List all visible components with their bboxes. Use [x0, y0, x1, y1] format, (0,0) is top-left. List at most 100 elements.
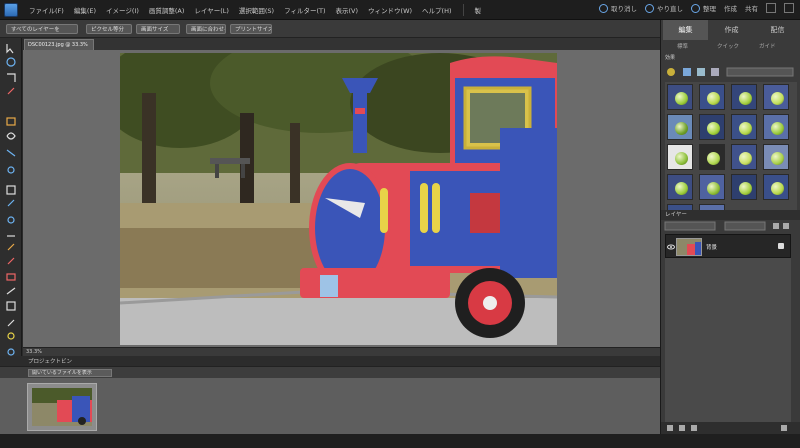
effect-thumbnail[interactable]	[667, 84, 693, 110]
effect-thumbnail[interactable]	[667, 114, 693, 140]
option-fill-screen[interactable]: 画面に合わせる	[186, 24, 226, 34]
effects-toolbar	[665, 66, 797, 78]
project-bin-title: プロジェクトビン	[28, 359, 73, 365]
bin-show-dropdown[interactable]: 開いているファイルを表示	[28, 369, 112, 377]
effect-preview-icon	[739, 92, 752, 105]
effect-preview-icon	[771, 182, 784, 195]
create-button[interactable]: 作成	[724, 3, 737, 13]
project-bin-header: プロジェクトビン	[0, 356, 660, 366]
eye-icon[interactable]	[667, 243, 675, 251]
option-all-layers[interactable]: すべてのレイヤーを	[6, 24, 78, 34]
zoom-readout[interactable]: 33.3%	[26, 349, 42, 355]
undo-button[interactable]: 取り消し	[599, 3, 637, 13]
subtab-quick[interactable]: クイック	[717, 42, 739, 50]
eraser-tool-icon	[7, 257, 15, 265]
effects-title: 効果	[665, 55, 676, 61]
menu-select[interactable]: 選択範囲(S)	[234, 5, 279, 15]
project-bin-toolbar: 開いているファイルを表示	[0, 366, 660, 378]
minimize-button[interactable]	[766, 3, 776, 13]
effect-thumbnail[interactable]	[731, 144, 757, 170]
menu-edit[interactable]: 編集(E)	[69, 5, 101, 15]
layers-header: レイヤー	[661, 210, 800, 220]
blend-mode-dropdown	[664, 221, 716, 231]
menu-view[interactable]: 表示(V)	[331, 5, 364, 15]
undo-icon	[599, 3, 608, 13]
layer-row-background[interactable]: 背景	[665, 234, 791, 258]
photo-effects-icon	[697, 68, 705, 76]
tab-share[interactable]: 配信	[755, 20, 800, 40]
subtab-full[interactable]: 標準	[677, 42, 688, 50]
effect-preview-icon	[771, 152, 784, 165]
effects-grid	[665, 82, 797, 230]
marquee-tool-icon	[6, 117, 16, 126]
effect-preview-icon	[675, 182, 688, 195]
effect-thumbnail[interactable]	[763, 174, 789, 200]
magic-wand-icon	[6, 149, 16, 157]
app-logo-icon	[4, 2, 18, 17]
effect-thumbnail[interactable]	[667, 144, 693, 170]
canvas-area[interactable]	[23, 50, 660, 347]
menu-adjust[interactable]: 画質調整(A)	[144, 5, 190, 15]
menu-bar: ファイル(F) 編集(E) イメージ(I) 画質調整(A) レイヤー(L) 選択…	[0, 0, 800, 20]
effect-thumbnail[interactable]	[763, 114, 789, 140]
redo-label: やり直し	[657, 5, 683, 13]
option-actual-pixels[interactable]: ピクセル等分	[86, 24, 132, 34]
option-print-size[interactable]: プリントサイズ	[230, 24, 272, 34]
effect-thumbnail[interactable]	[699, 144, 725, 170]
document-tab-bar: DSC00123.jpg @ 33.3%	[24, 38, 664, 50]
layer-name: 背景	[706, 245, 718, 251]
effect-thumbnail[interactable]	[731, 114, 757, 140]
mode-menu[interactable]: 製	[470, 5, 487, 15]
effect-thumbnail[interactable]	[699, 84, 725, 110]
layers-toolbar-icons	[664, 221, 789, 231]
lasso-tool-icon	[6, 132, 16, 140]
effect-thumbnail[interactable]	[667, 174, 693, 200]
document-image[interactable]	[120, 53, 557, 345]
close-button[interactable]	[784, 3, 794, 13]
menu-filter[interactable]: フィルター(T)	[279, 5, 330, 15]
effect-preview-icon	[739, 182, 752, 195]
redo-icon	[645, 3, 654, 13]
gradient-tool-icon	[6, 287, 16, 295]
menu-help[interactable]: ヘルプ(H)	[417, 5, 456, 15]
effect-preview-icon	[739, 122, 752, 135]
tab-edit[interactable]: 編集	[663, 20, 708, 40]
effect-thumbnail[interactable]	[699, 114, 725, 140]
sponge-tool-icon	[7, 332, 15, 340]
subtab-guided[interactable]: ガイド	[759, 42, 776, 50]
share-button[interactable]: 共有	[745, 3, 758, 13]
organizer-label: 整理	[703, 5, 716, 13]
menu-image[interactable]: イメージ(I)	[101, 5, 144, 15]
effect-thumbnail[interactable]	[731, 174, 757, 200]
effect-thumbnail[interactable]	[763, 84, 789, 110]
menu-right-tools: 取り消し やり直し 整理 作成 共有	[599, 3, 794, 13]
effect-preview-icon	[739, 152, 752, 165]
layers-list-empty	[665, 258, 791, 424]
menu-layer[interactable]: レイヤー(L)	[189, 5, 234, 15]
effect-thumbnail[interactable]	[763, 144, 789, 170]
undo-label: 取り消し	[611, 5, 637, 13]
hand-tool-icon	[7, 73, 16, 82]
effect-thumbnail[interactable]	[699, 174, 725, 200]
tab-create[interactable]: 作成	[709, 20, 754, 40]
layer-thumbnail	[676, 238, 702, 256]
redo-button[interactable]: やり直し	[645, 3, 683, 13]
effect-thumbnail[interactable]	[731, 84, 757, 110]
menu-separator	[462, 3, 464, 16]
styles-icon	[683, 68, 691, 76]
opacity-field	[724, 221, 766, 231]
effect-preview-icon	[675, 92, 688, 105]
effects-header: 効果	[665, 54, 797, 64]
option-fit-screen[interactable]: 画面サイズ	[136, 24, 180, 34]
document-tab[interactable]: DSC00123.jpg @ 33.3%	[24, 39, 94, 50]
lock-transparency-icon	[773, 223, 779, 229]
menu-window[interactable]: ウィンドウ(W)	[363, 5, 417, 15]
healing-brush-icon	[7, 216, 15, 224]
zoom-tool-icon	[6, 57, 16, 67]
layer-options-icon	[781, 425, 787, 431]
bin-thumbnail[interactable]	[27, 383, 97, 431]
menu-file[interactable]: ファイル(F)	[24, 5, 69, 15]
organizer-button[interactable]: 整理	[691, 3, 716, 13]
effect-preview-icon	[707, 92, 720, 105]
lock-icon	[778, 243, 784, 249]
